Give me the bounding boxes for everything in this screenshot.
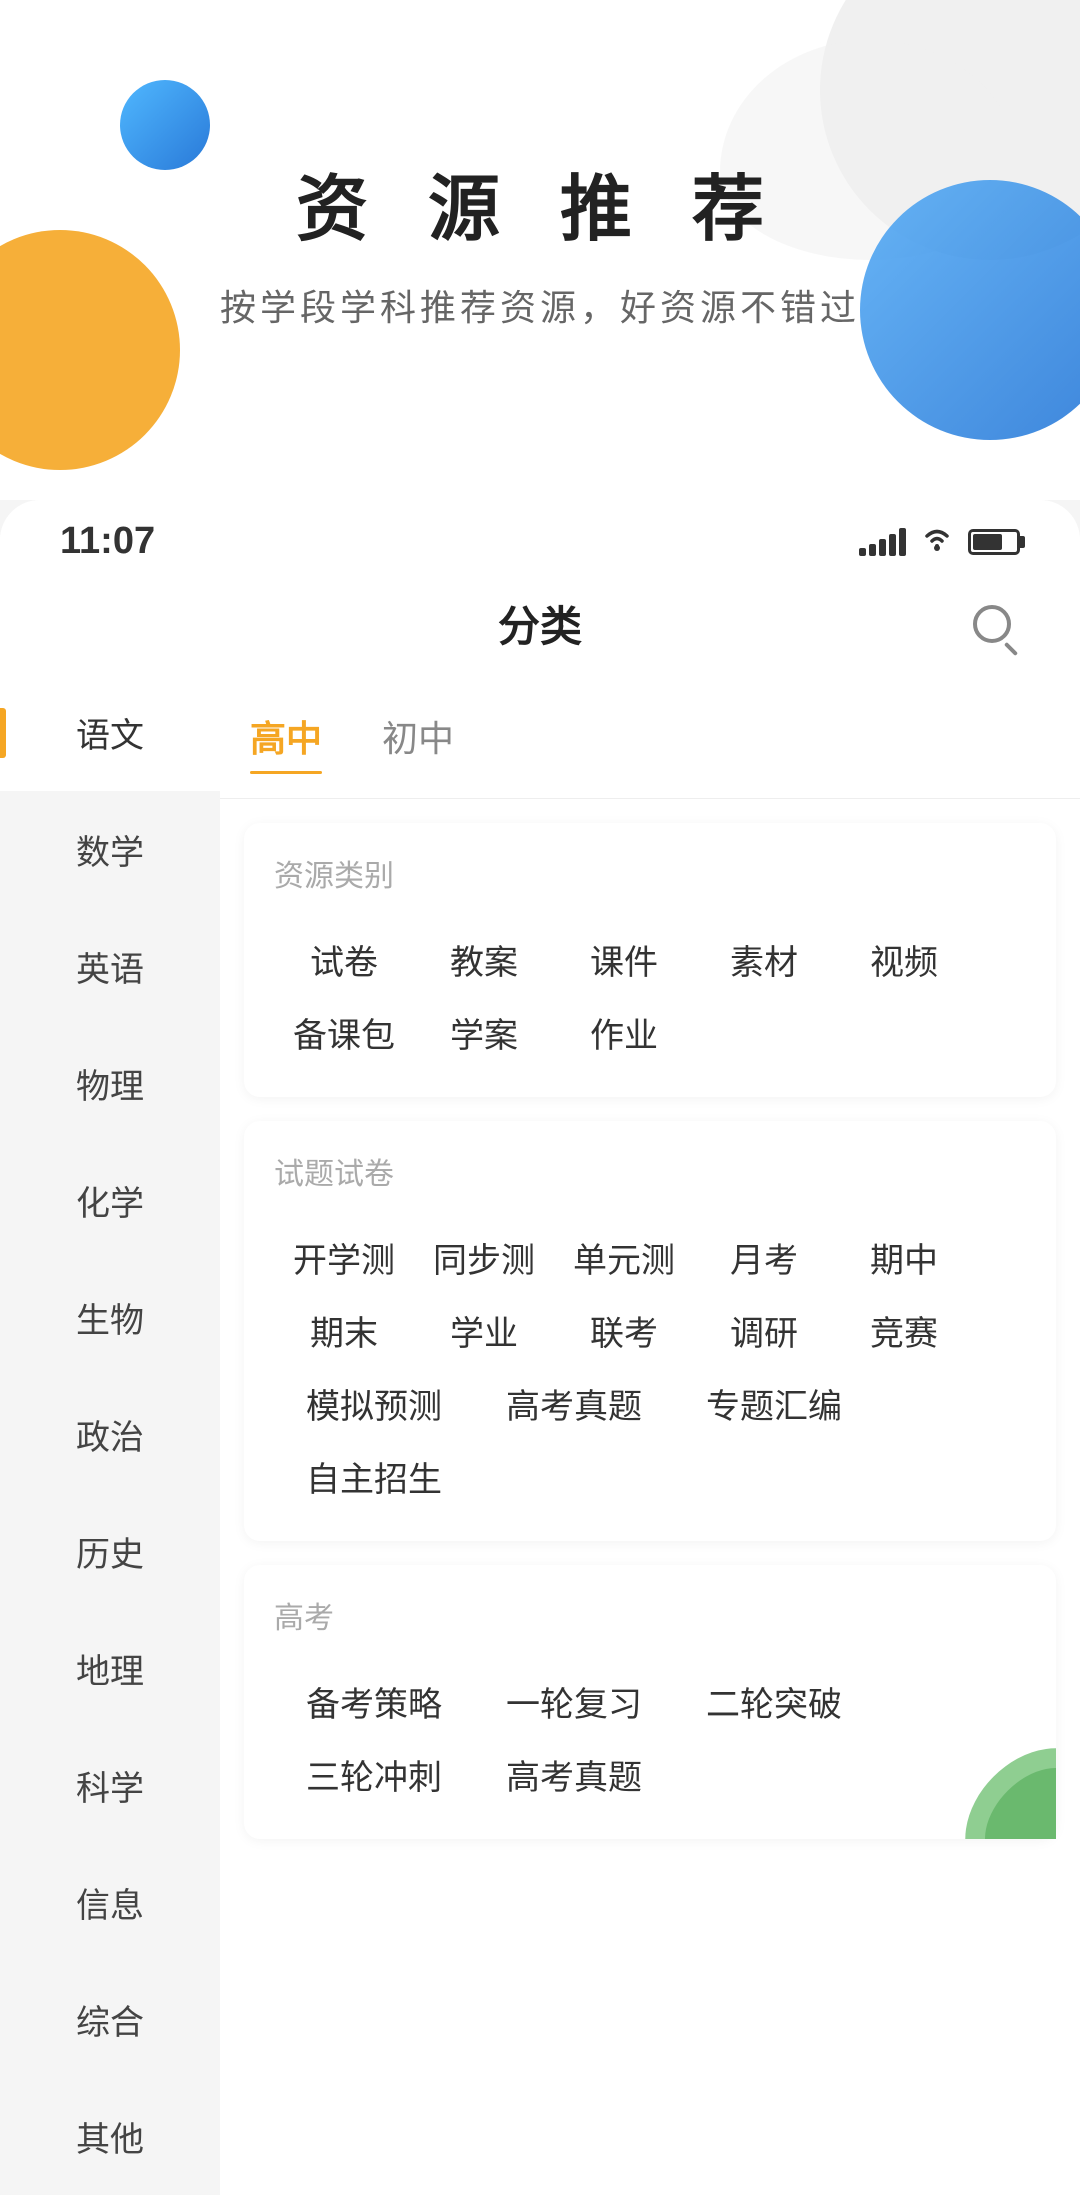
search-button[interactable] [964,596,1020,652]
status-bar: 11:07 [0,500,1080,573]
sidebar-item-12[interactable]: 其他 [0,2078,220,2195]
category-section-1: 试题试卷 开学测 同步测 单元测 月考 期中 期末 学业 联考 调研 竞赛 模拟… [244,1121,1056,1541]
sidebar-item-4[interactable]: 化学 [0,1142,220,1259]
main-content: 语文 数学 英语 物理 化学 生物 政治 历史 [0,674,1080,2195]
hero-subtitle: 按学段学科推荐资源，好资源不错过 [220,279,860,331]
tag-期中[interactable]: 期中 [834,1221,974,1294]
sidebar-item-9[interactable]: 科学 [0,1727,220,1844]
tag-学业[interactable]: 学业 [414,1294,554,1367]
tag-学案[interactable]: 学案 [414,996,554,1069]
tab-high-school[interactable]: 高中 [250,702,322,770]
tag-素材[interactable]: 素材 [694,923,834,996]
category-section-2: 高考 备考策略 一轮复习 二轮突破 三轮冲刺 高考真题 [244,1565,1056,1839]
hero-title: 资 源 推 荐 [296,150,784,255]
sidebar-item-0[interactable]: 语文 [0,674,220,791]
tab-middle-school[interactable]: 初中 [382,702,454,770]
phone-frame: 11:07 分类 [0,500,1080,2195]
tag-高考真题2[interactable]: 高考真题 [474,1738,674,1811]
right-content: 高中 初中 资源类别 试卷 教案 课件 素材 视频 备课包 学案 作业 [220,674,1080,2195]
sidebar-item-7[interactable]: 历史 [0,1493,220,1610]
subject-tabs: 高中 初中 [220,674,1080,799]
tag-试卷[interactable]: 试卷 [274,923,414,996]
blue-dot-decoration [120,80,210,170]
tag-联考[interactable]: 联考 [554,1294,694,1367]
green-leaf-decoration [946,1729,1056,1839]
tag-备课包[interactable]: 备课包 [274,996,414,1069]
hero-section: 资 源 推 荐 按学段学科推荐资源，好资源不错过 [0,0,1080,500]
status-time: 11:07 [60,520,155,563]
tag-同步测[interactable]: 同步测 [414,1221,554,1294]
sidebar-item-5[interactable]: 生物 [0,1259,220,1376]
tag-自主招生[interactable]: 自主招生 [274,1440,474,1513]
tag-模拟预测[interactable]: 模拟预测 [274,1367,474,1440]
tag-期末[interactable]: 期末 [274,1294,414,1367]
tag-grid-1: 开学测 同步测 单元测 月考 期中 期末 学业 联考 调研 竞赛 模拟预测 高考… [274,1221,1026,1513]
tag-grid-2: 备考策略 一轮复习 二轮突破 三轮冲刺 高考真题 [274,1665,1026,1811]
sidebar-item-8[interactable]: 地理 [0,1610,220,1727]
nav-title: 分类 [498,593,582,654]
top-nav: 分类 [0,573,1080,674]
category-title-1: 试题试卷 [274,1149,1026,1193]
tag-三轮冲刺[interactable]: 三轮冲刺 [274,1738,474,1811]
tag-高考真题1[interactable]: 高考真题 [474,1367,674,1440]
tag-开学测[interactable]: 开学测 [274,1221,414,1294]
tag-调研[interactable]: 调研 [694,1294,834,1367]
sidebar: 语文 数学 英语 物理 化学 生物 政治 历史 [0,674,220,2195]
battery-icon [968,529,1020,555]
sidebar-item-2[interactable]: 英语 [0,908,220,1025]
status-icons [859,524,1020,559]
tag-grid-0: 试卷 教案 课件 素材 视频 备课包 学案 作业 [274,923,1026,1069]
signal-icon [859,528,906,556]
tag-教案[interactable]: 教案 [414,923,554,996]
tag-二轮突破[interactable]: 二轮突破 [674,1665,874,1738]
sidebar-item-11[interactable]: 综合 [0,1961,220,2078]
tag-一轮复习[interactable]: 一轮复习 [474,1665,674,1738]
wifi-icon [920,524,954,559]
tag-专题汇编[interactable]: 专题汇编 [674,1367,874,1440]
category-title-0: 资源类别 [274,851,1026,895]
yellow-arc-decoration [0,230,180,470]
tag-课件[interactable]: 课件 [554,923,694,996]
tag-竞赛[interactable]: 竞赛 [834,1294,974,1367]
tag-月考[interactable]: 月考 [694,1221,834,1294]
sidebar-item-3[interactable]: 物理 [0,1025,220,1142]
tag-视频[interactable]: 视频 [834,923,974,996]
category-title-2: 高考 [274,1593,1026,1637]
sidebar-item-6[interactable]: 政治 [0,1376,220,1493]
search-icon [973,605,1011,643]
category-section-0: 资源类别 试卷 教案 课件 素材 视频 备课包 学案 作业 [244,823,1056,1097]
sidebar-item-1[interactable]: 数学 [0,791,220,908]
tag-单元测[interactable]: 单元测 [554,1221,694,1294]
tag-备考策略[interactable]: 备考策略 [274,1665,474,1738]
sidebar-item-10[interactable]: 信息 [0,1844,220,1961]
tag-作业[interactable]: 作业 [554,996,694,1069]
